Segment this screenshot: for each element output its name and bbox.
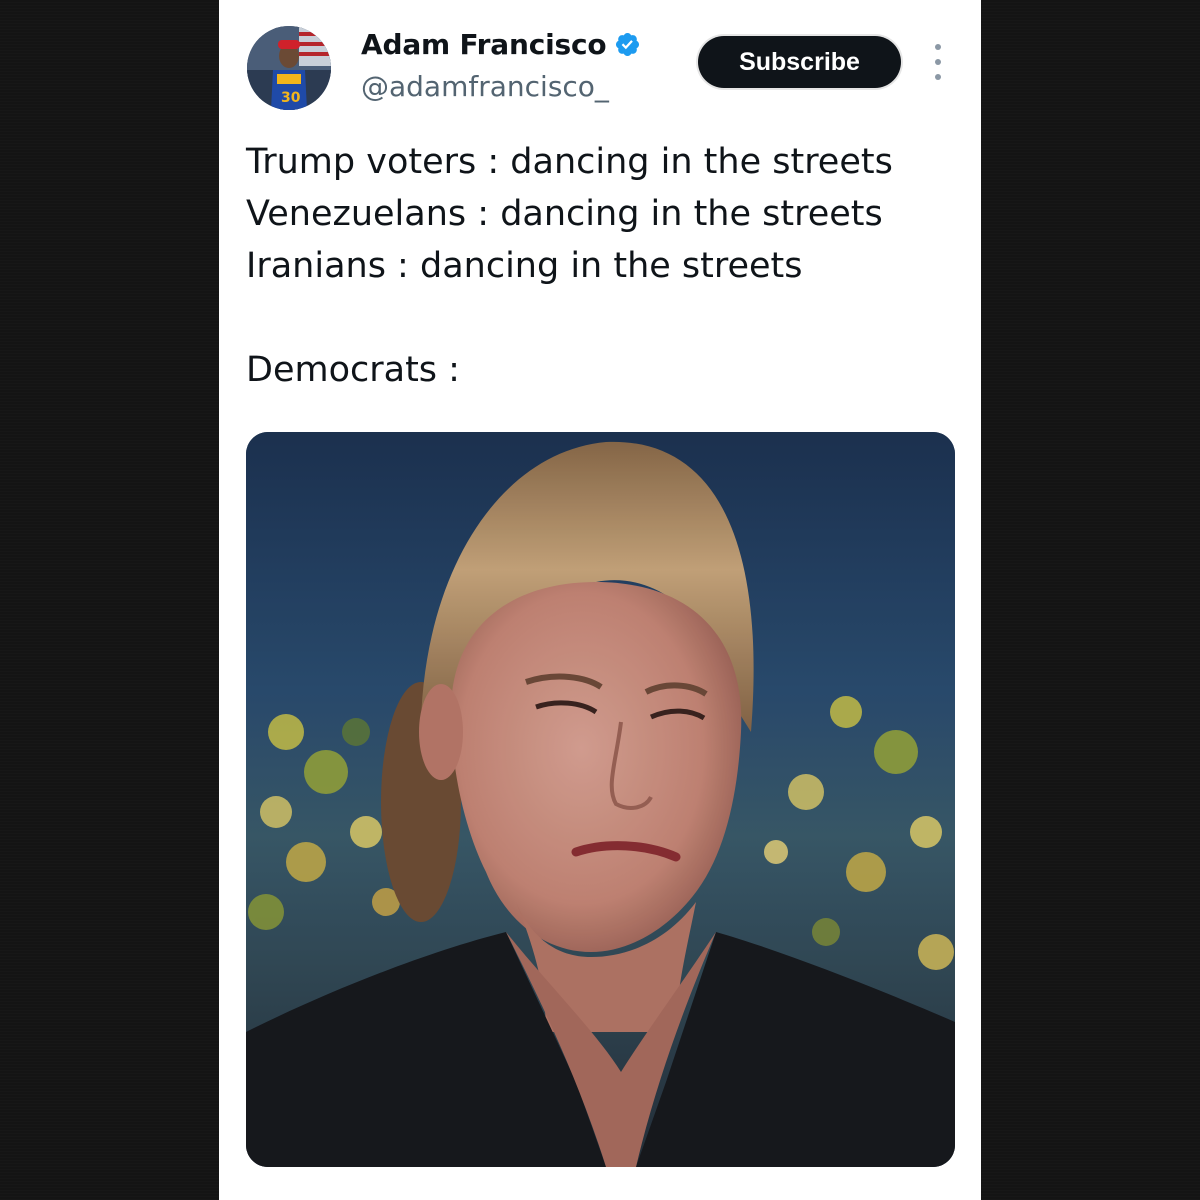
post-text-line: Trump voters : dancing in the streets	[246, 142, 893, 182]
post-card[interactable]: 30 Adam Francisco @adamfrancisco_ Subscr…	[219, 0, 981, 1200]
svg-text:30: 30	[281, 90, 301, 106]
more-dot	[935, 74, 941, 80]
page-background: 30 Adam Francisco @adamfrancisco_ Subscr…	[0, 0, 1200, 1200]
post-text-line: Venezuelans : dancing in the streets	[246, 194, 883, 234]
media-photo	[246, 432, 955, 1167]
subscribe-button[interactable]: Subscribe	[698, 36, 901, 88]
post-text-line: Democrats :	[246, 350, 460, 390]
author-name-row[interactable]: Adam Francisco	[361, 28, 641, 61]
post-text-spacer	[246, 292, 966, 344]
author-display-name[interactable]: Adam Francisco	[361, 28, 607, 61]
more-options-icon[interactable]	[927, 44, 949, 80]
post-media-image[interactable]	[246, 432, 955, 1167]
more-dot	[935, 44, 941, 50]
post-text-line: Iranians : dancing in the streets	[246, 246, 803, 286]
verified-badge-icon	[616, 32, 640, 57]
more-dot	[935, 59, 941, 65]
author-handle[interactable]: @adamfrancisco_	[361, 70, 609, 103]
author-avatar[interactable]: 30	[247, 26, 331, 110]
post-text: Trump voters : dancing in the streets Ve…	[246, 136, 966, 396]
avatar-image: 30	[247, 26, 331, 110]
